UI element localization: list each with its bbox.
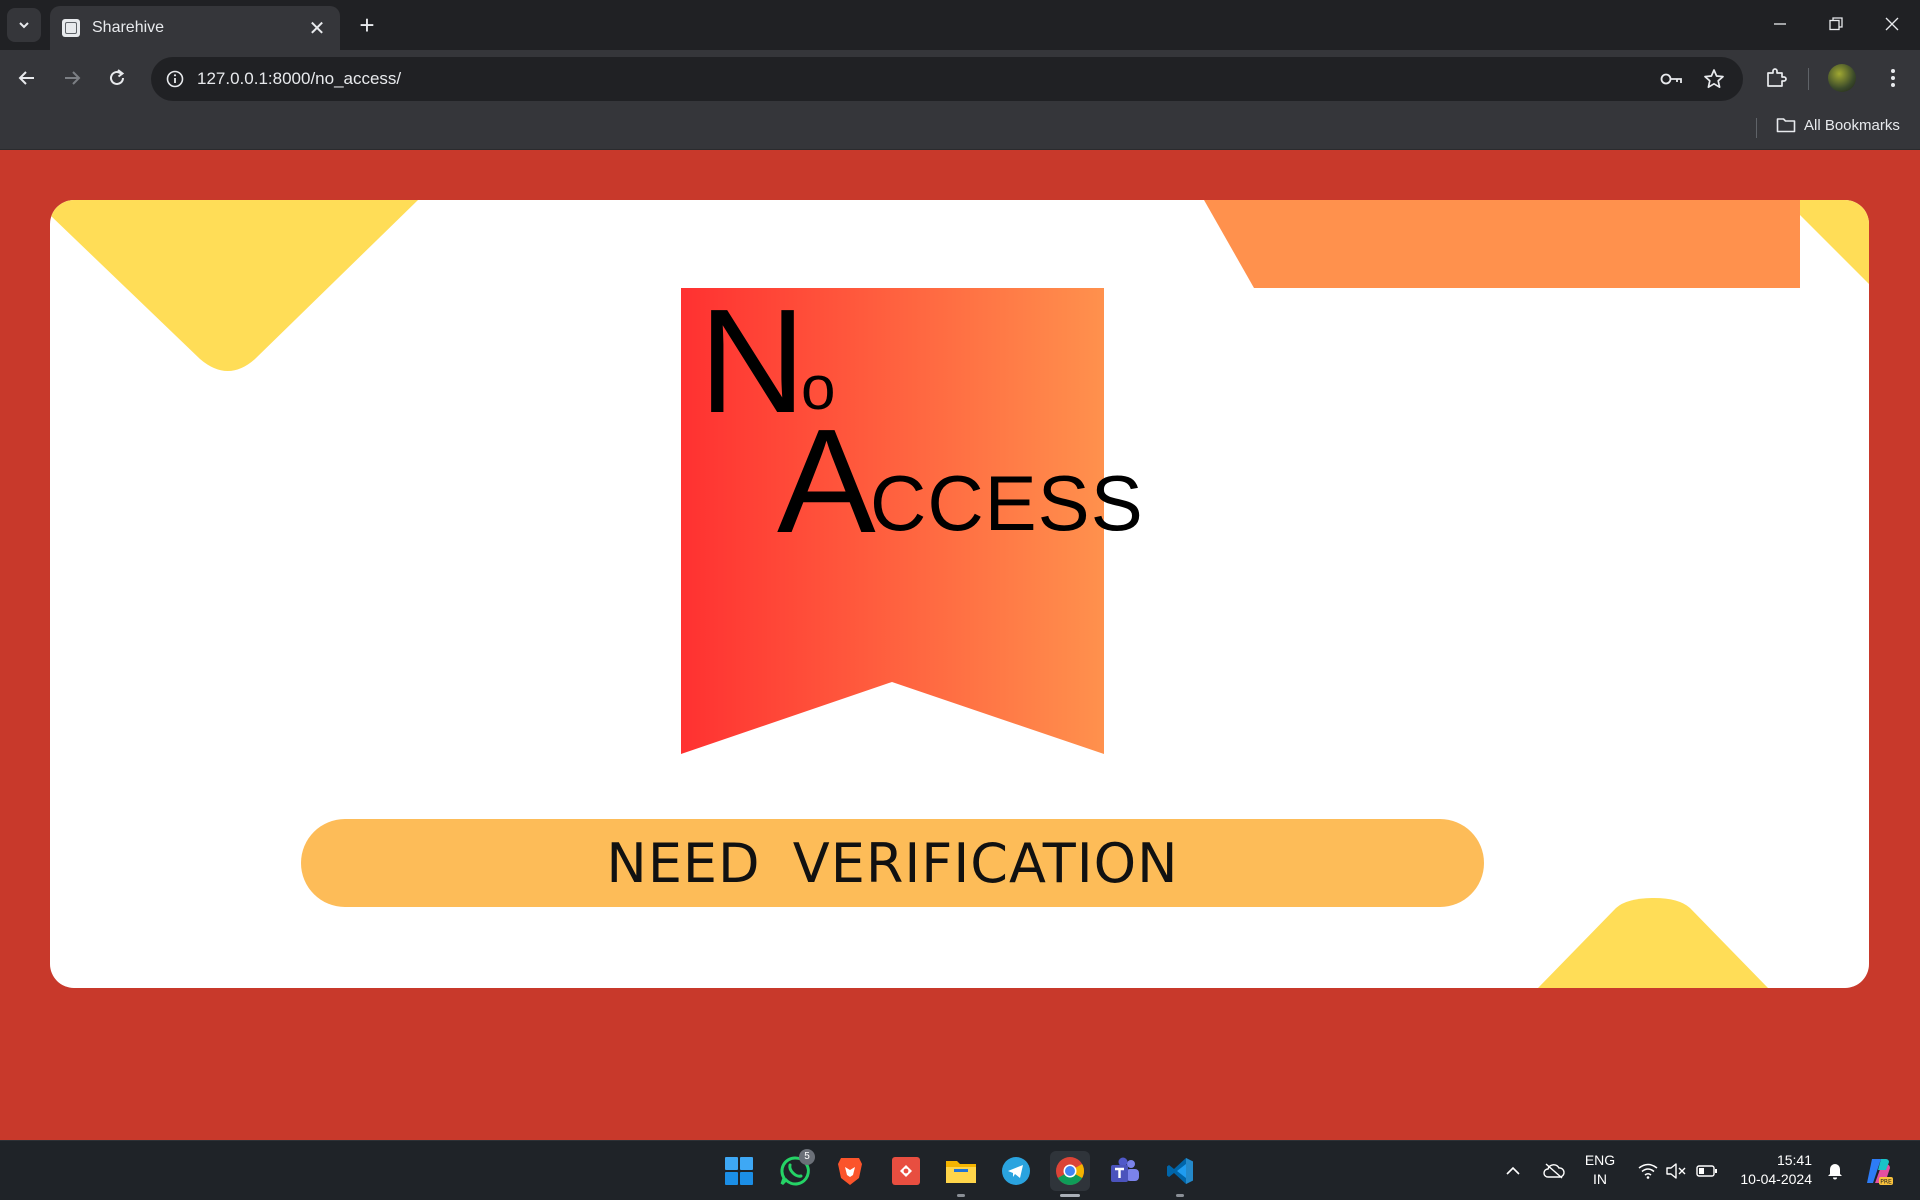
close-icon: [1885, 17, 1899, 31]
new-tab-button[interactable]: +: [352, 10, 382, 40]
yellow-corner-shape-top-left: [50, 200, 418, 371]
need-verification-button[interactable]: NEED VERIFICATION: [301, 819, 1484, 907]
language-indicator[interactable]: ENG IN: [1570, 1151, 1630, 1189]
notifications-button[interactable]: [1822, 1141, 1848, 1200]
git-icon: [892, 1157, 920, 1185]
arrow-left-icon: [18, 71, 34, 85]
vscode-icon: [1167, 1158, 1193, 1184]
close-window-button[interactable]: [1864, 0, 1920, 48]
bookmarks-separator: [1756, 118, 1757, 138]
toolbar-separator: [1808, 68, 1809, 90]
teams-app[interactable]: [1105, 1151, 1145, 1191]
whatsapp-app[interactable]: 5: [775, 1149, 815, 1191]
page-favicon-icon: [62, 19, 80, 37]
git-app[interactable]: [886, 1151, 926, 1191]
tray-overflow-button[interactable]: [1500, 1141, 1526, 1200]
language-code: ENG: [1584, 1152, 1616, 1168]
region-code: IN: [1593, 1171, 1607, 1187]
copilot-button[interactable]: PRE: [1860, 1141, 1896, 1200]
site-info-icon[interactable]: [161, 65, 189, 93]
windows-taskbar: 5 ENG IN 15:41 10-04-2024 PRE: [0, 1140, 1920, 1200]
arrow-right-icon: [65, 71, 81, 85]
need-verification-label: NEED VERIFICATION: [606, 831, 1179, 895]
profile-avatar[interactable]: [1828, 64, 1856, 92]
all-bookmarks-label: All Bookmarks: [1804, 116, 1900, 134]
brave-app[interactable]: [830, 1151, 870, 1191]
file-explorer-icon: [946, 1161, 976, 1183]
tab-title: Sharehive: [92, 19, 165, 36]
reload-icon: [110, 69, 125, 85]
content-card: N o A CCESS NEED VERIFICATION: [50, 200, 1869, 988]
chrome-app[interactable]: [1050, 1151, 1090, 1197]
yellow-triangle-shape-bottom-right: [1538, 898, 1768, 988]
running-indicator: [1176, 1194, 1184, 1197]
telegram-app[interactable]: [996, 1151, 1036, 1191]
copilot-icon: PRE: [1867, 1159, 1893, 1186]
page-background: N o A CCESS NEED VERIFICATION: [0, 150, 1920, 1140]
orange-band-shape-top-right: [1204, 200, 1800, 288]
extensions-button[interactable]: [1758, 60, 1794, 96]
window-controls: [1752, 0, 1920, 48]
no-access-title: N o A CCESS: [681, 288, 1143, 754]
running-indicator: [957, 1194, 965, 1197]
bell-icon: [1828, 1164, 1842, 1180]
forward-button[interactable]: [54, 60, 90, 96]
clock[interactable]: 15:41 10-04-2024: [1722, 1151, 1812, 1189]
volume-status[interactable]: [1664, 1141, 1688, 1200]
file-explorer-app[interactable]: [941, 1151, 981, 1197]
wifi-icon: [1638, 1163, 1658, 1179]
svg-text:PRE: PRE: [1880, 1179, 1892, 1186]
address-bar[interactable]: 127.0.0.1:8000/no_access/: [151, 57, 1743, 101]
restore-icon: [1829, 17, 1843, 31]
tab-search-button[interactable]: [7, 8, 41, 42]
volume-muted-icon: [1666, 1163, 1686, 1179]
logo-letter-a: A: [777, 399, 876, 564]
bookmark-star-icon[interactable]: [1700, 65, 1728, 93]
chrome-icon: [1056, 1157, 1084, 1185]
more-vertical-icon: [1891, 69, 1895, 87]
url-text: 127.0.0.1:8000/no_access/: [197, 69, 402, 88]
windows-start-button[interactable]: [719, 1151, 759, 1191]
battery-status[interactable]: [1694, 1141, 1720, 1200]
chevron-up-icon: [1506, 1166, 1520, 1175]
minimize-icon: [1774, 23, 1786, 25]
browser-menu-button[interactable]: [1875, 60, 1911, 96]
cloud-off-icon: [1543, 1163, 1565, 1179]
folder-icon: [1776, 118, 1796, 133]
telegram-icon: [1002, 1157, 1030, 1185]
active-indicator: [1060, 1194, 1080, 1197]
clock-date: 10-04-2024: [1740, 1171, 1812, 1187]
yellow-corner-shape-top-right: [1800, 200, 1869, 284]
brave-icon: [838, 1158, 862, 1185]
tab-close-icon[interactable]: ✕: [306, 16, 328, 41]
tab-strip: Sharehive ✕ +: [0, 0, 1920, 50]
back-button[interactable]: [9, 60, 45, 96]
windows-start-icon: [725, 1157, 753, 1185]
no-access-banner: N o A CCESS: [681, 288, 1143, 754]
vscode-app[interactable]: [1160, 1151, 1200, 1197]
logo-word-ccess: CCESS: [870, 459, 1144, 547]
wifi-status[interactable]: [1636, 1141, 1660, 1200]
all-bookmarks-button[interactable]: All Bookmarks: [1776, 116, 1900, 134]
reload-button[interactable]: [99, 60, 135, 96]
battery-icon: [1696, 1165, 1717, 1177]
chevron-down-icon: [19, 22, 29, 29]
minimize-button[interactable]: [1752, 0, 1808, 48]
teams-icon: [1111, 1157, 1139, 1182]
restore-button[interactable]: [1808, 0, 1864, 48]
bookmarks-bar: All Bookmarks: [0, 106, 1920, 150]
onedrive-status[interactable]: [1540, 1141, 1568, 1200]
browser-toolbar: 127.0.0.1:8000/no_access/: [0, 50, 1920, 106]
password-key-icon[interactable]: [1658, 65, 1686, 93]
puzzle-icon: [1767, 68, 1787, 87]
whatsapp-badge: 5: [799, 1149, 815, 1165]
tab-sharehive[interactable]: Sharehive ✕: [50, 6, 340, 50]
clock-time: 15:41: [1776, 1152, 1812, 1168]
